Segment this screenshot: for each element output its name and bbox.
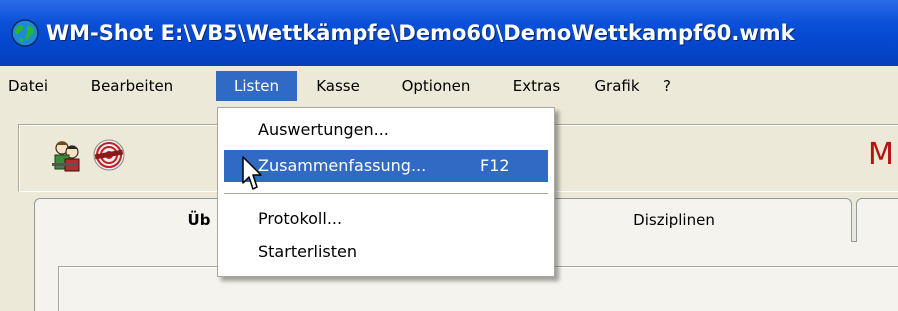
menu-bar: Datei Bearbeiten Listen Kasse Optionen E… [0,66,898,105]
menu-optionen[interactable]: Optionen [379,71,493,101]
menu-item-protokoll[interactable]: Protokoll... [224,203,548,235]
starterlisten-label: Starterlisten [258,242,357,261]
toolbar-title: M [868,137,894,172]
menu-item-auswertungen[interactable]: Auswertungen... [224,114,548,146]
menu-listen[interactable]: Listen [216,71,297,101]
protokoll-label: Protokoll... [258,209,343,228]
menu-separator [224,193,548,195]
target-icon[interactable] [92,138,126,172]
menu-help[interactable]: ? [654,71,680,101]
tab-next[interactable] [856,198,898,242]
menu-bearbeiten[interactable]: Bearbeiten [56,71,208,101]
menu-datei[interactable]: Datei [0,71,56,101]
shooters-icon[interactable] [50,139,84,173]
menu-kasse[interactable]: Kasse [297,71,379,101]
menu-grafik[interactable]: Grafik [580,71,654,101]
menu-item-starterlisten[interactable]: Starterlisten [224,236,548,268]
zusammenfassung-shortcut: F12 [480,156,510,175]
window-title: WM-Shot E:\VB5\Wettkämpfe\Demo60\DemoWet… [46,21,795,45]
title-bar: WM-Shot E:\VB5\Wettkämpfe\Demo60\DemoWet… [0,0,898,66]
globe-icon[interactable] [10,18,40,48]
menu-extras[interactable]: Extras [493,71,580,101]
mouse-cursor-icon [242,156,262,190]
listen-dropdown: Auswertungen... Zusammenfassung... F12 P… [217,107,555,277]
menu-item-zusammenfassung[interactable]: Zusammenfassung... F12 [224,150,548,182]
auswertungen-label: Auswertungen... [258,120,389,139]
zusammenfassung-label: Zusammenfassung... [258,156,427,175]
